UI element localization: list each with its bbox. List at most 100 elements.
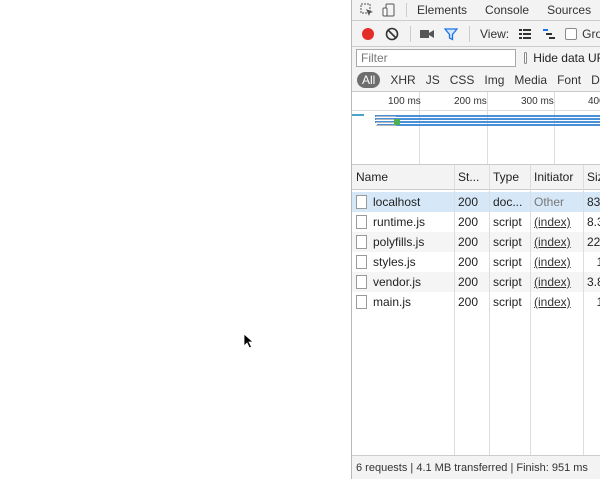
type-filter-img[interactable]: Img (484, 73, 504, 87)
type-filter-doc[interactable]: Doc (591, 73, 600, 87)
table-row[interactable]: styles.js 200 script (index) 15 (352, 252, 600, 272)
group-by-frame-label: Gro (582, 26, 600, 41)
request-name: main.js (373, 295, 412, 309)
request-type: script (493, 235, 522, 249)
timeline-gridline (487, 92, 488, 164)
document-icon (356, 195, 367, 209)
document-icon (356, 295, 367, 309)
devtools-tab-bar: Elements Console Sources (352, 0, 600, 21)
column-header-type[interactable]: Type (489, 165, 530, 189)
document-icon (356, 235, 367, 249)
request-status: 200 (458, 215, 479, 229)
table-row[interactable]: localhost 200 doc... Other 83 (352, 192, 600, 212)
type-filter-font[interactable]: Font (557, 73, 581, 87)
request-initiator[interactable]: (index) (530, 272, 583, 292)
type-filter-css[interactable]: CSS (450, 73, 475, 87)
devtools-panel: Elements Console Sources View: Gro Hide (351, 0, 600, 479)
group-by-frame-checkbox[interactable] (565, 27, 578, 40)
hide-data-urls-checkbox[interactable] (524, 52, 528, 64)
initiator-link[interactable]: (index) (534, 295, 571, 309)
resource-type-filter-bar: All XHR JS CSS Img Media Font Doc (352, 69, 600, 92)
initiator-link[interactable]: (index) (534, 235, 571, 249)
type-filter-xhr[interactable]: XHR (390, 73, 415, 87)
type-filter-js[interactable]: JS (426, 73, 440, 87)
column-header-status[interactable]: St... (454, 165, 489, 189)
request-table-header: Name St... Type Initiator Siz (352, 165, 600, 190)
type-filter-all[interactable]: All (357, 72, 381, 88)
timeline-request-bar (377, 124, 600, 126)
large-rows-icon[interactable] (517, 26, 533, 42)
column-header-size[interactable]: Siz (583, 165, 600, 189)
request-type: script (493, 255, 522, 269)
table-row[interactable]: main.js 200 script (index) 16 (352, 292, 600, 312)
request-initiator[interactable]: (index) (530, 252, 583, 272)
timeline-waiting-segment (376, 116, 396, 126)
request-name: vendor.js (373, 275, 422, 289)
request-initiator[interactable]: (index) (530, 292, 583, 312)
request-name: polyfills.js (373, 235, 425, 249)
column-header-name[interactable]: Name (352, 165, 454, 189)
request-name-cell: polyfills.js (352, 232, 454, 252)
inspect-element-icon[interactable] (360, 3, 374, 17)
request-name-cell: styles.js (352, 252, 454, 272)
timeline-gridline (554, 92, 555, 164)
table-row[interactable]: runtime.js 200 script (index) 8.3 (352, 212, 600, 232)
request-size: 22 (587, 235, 600, 249)
hide-data-urls-label: Hide data URL (533, 51, 600, 65)
clear-icon[interactable] (384, 26, 400, 42)
column-divider[interactable] (583, 165, 584, 455)
table-row[interactable]: vendor.js 200 script (index) 3.8 (352, 272, 600, 292)
request-status: 200 (458, 275, 479, 289)
record-icon[interactable] (360, 26, 376, 42)
request-initiator[interactable]: (index) (530, 232, 583, 252)
column-divider[interactable] (454, 165, 455, 455)
initiator-link[interactable]: (index) (534, 215, 571, 229)
tab-elements[interactable]: Elements (417, 3, 467, 17)
table-row[interactable]: polyfills.js 200 script (index) 22 (352, 232, 600, 252)
toolbar-separator (410, 25, 411, 42)
request-status: 200 (458, 255, 479, 269)
network-toolbar: View: Gro (352, 21, 600, 47)
request-type: script (493, 275, 522, 289)
mouse-pointer-icon (243, 333, 255, 349)
request-size: 15 (583, 252, 600, 272)
waterfall-icon[interactable] (541, 26, 557, 42)
tab-sources[interactable]: Sources (547, 3, 591, 17)
timeline-download-segment (394, 119, 400, 125)
toolbar-separator (469, 25, 470, 42)
filter-input[interactable] (356, 49, 516, 67)
document-icon (356, 255, 367, 269)
request-name-cell: localhost (352, 192, 454, 212)
network-status-bar: 6 requests | 4.1 MB transferred | Finish… (352, 455, 600, 479)
view-label: View: (480, 26, 510, 41)
request-type: script (493, 295, 522, 309)
timeline-tick-label: 300 ms (521, 96, 554, 107)
request-initiator[interactable]: (index) (530, 212, 583, 232)
request-name-cell: vendor.js (352, 272, 454, 292)
timeline-tick-label: 200 ms (454, 96, 487, 107)
initiator-link[interactable]: (index) (534, 275, 571, 289)
request-status: 200 (458, 195, 479, 209)
request-name: styles.js (373, 255, 416, 269)
network-overview-timeline[interactable]: 100 ms 200 ms 300 ms 400 (352, 92, 600, 165)
tab-separator (406, 3, 407, 17)
timeline-tick-label: 400 (588, 96, 600, 107)
device-toolbar-icon[interactable] (382, 3, 396, 17)
column-divider[interactable] (530, 165, 531, 455)
capture-screenshots-icon[interactable] (419, 26, 435, 42)
request-size: 16 (583, 292, 600, 312)
request-name-cell: runtime.js (352, 212, 454, 232)
column-header-initiator[interactable]: Initiator (530, 165, 583, 189)
timeline-tick-label: 100 ms (388, 96, 421, 107)
tab-console[interactable]: Console (485, 3, 529, 17)
request-type: doc... (493, 195, 523, 209)
request-size: 3.8 (587, 275, 600, 289)
column-divider[interactable] (489, 165, 490, 455)
initiator-link[interactable]: (index) (534, 255, 571, 269)
document-icon (356, 215, 367, 229)
request-status: 200 (458, 235, 479, 249)
page-content (0, 0, 351, 479)
filter-icon[interactable] (443, 26, 459, 42)
type-filter-media[interactable]: Media (514, 73, 547, 87)
request-size: 8.3 (587, 215, 600, 229)
